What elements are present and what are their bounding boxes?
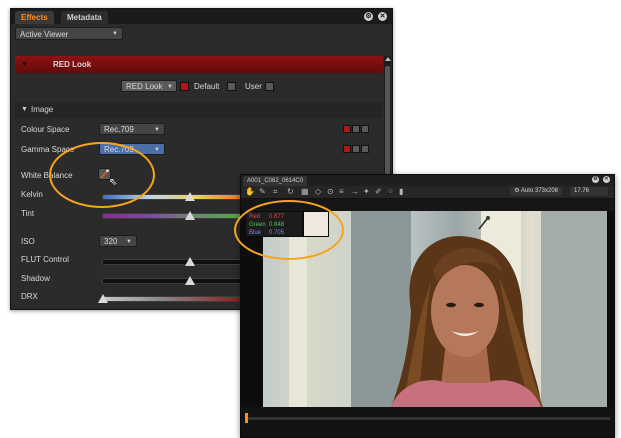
zoom-value: Auto 373x208 xyxy=(520,188,558,194)
chevron-down-icon: ▼ xyxy=(112,31,118,37)
detach-icon[interactable]: ⚙ xyxy=(364,12,373,21)
iso-value: 320 xyxy=(104,237,118,246)
letterbox-right xyxy=(607,211,614,407)
grid-icon[interactable]: ▦ xyxy=(301,187,309,197)
look-select[interactable]: RED Look ▼ xyxy=(121,80,177,92)
tab-metadata[interactable]: Metadata xyxy=(61,11,108,24)
grey-toggle-button[interactable] xyxy=(352,145,360,153)
pen-icon[interactable]: ✐ xyxy=(375,187,382,197)
viewer-title-bar: A001_C062_0614C0 ⚙ ✕ xyxy=(241,175,614,186)
user-label: User xyxy=(245,82,262,91)
shadow-slider-thumb[interactable] xyxy=(184,276,195,285)
image-section-header[interactable]: ▼ Image xyxy=(15,102,383,118)
tab-effects[interactable]: Effects xyxy=(15,11,54,24)
image-section-label: Image xyxy=(31,105,54,114)
iso-label: ISO xyxy=(21,237,35,246)
flut-slider-thumb[interactable] xyxy=(184,257,195,266)
user-checkbox[interactable] xyxy=(265,82,274,91)
zoom-icon[interactable]: ⊙ xyxy=(327,187,334,197)
flut-control-slider[interactable] xyxy=(102,257,244,266)
iso-select[interactable]: 320 ▼ xyxy=(99,235,137,247)
shadow-slider[interactable] xyxy=(102,276,244,285)
tint-slider[interactable] xyxy=(102,211,244,220)
scroll-up-icon[interactable] xyxy=(385,57,391,61)
grey-toggle-button[interactable] xyxy=(361,145,369,153)
collapse-triangle-icon: ▼ xyxy=(21,106,28,113)
histogram-icon[interactable]: ▮ xyxy=(399,187,403,197)
colour-space-buttons xyxy=(343,125,373,133)
annotation-circle xyxy=(49,142,155,208)
shape-icon[interactable]: ◇ xyxy=(315,187,321,197)
grey-toggle-button[interactable] xyxy=(352,125,360,133)
viewer-toolbar: ✋ ✎ ⌗ ↻ ▦ ◇ ⊙ ≡ → ✦ ✐ ⁘ ▮ ⚙ Auto 373x208… xyxy=(241,186,614,199)
fps-value: 17.76 xyxy=(574,188,590,194)
default-checkbox[interactable] xyxy=(227,82,236,91)
tint-label: Tint xyxy=(21,209,35,218)
chevron-down-icon: ▼ xyxy=(154,147,160,153)
crop-icon[interactable]: ⌗ xyxy=(273,187,278,197)
drx-slider[interactable] xyxy=(98,294,244,303)
rotate-icon[interactable]: ↻ xyxy=(287,187,294,197)
active-viewer-label: Active Viewer xyxy=(20,30,69,39)
arrow-icon[interactable]: → xyxy=(351,187,359,197)
look-color-swatch[interactable] xyxy=(180,82,189,91)
chevron-down-icon: ▼ xyxy=(167,84,173,90)
link-icon[interactable]: ⁘ xyxy=(387,187,394,197)
close-icon[interactable]: ✕ xyxy=(603,176,610,183)
red-look-header[interactable]: ▼ RED Look xyxy=(15,56,383,73)
timeline-track[interactable] xyxy=(245,417,610,420)
annotation-circle xyxy=(234,200,344,260)
active-viewer-select[interactable]: Active Viewer ▼ xyxy=(15,27,123,40)
zoom-select[interactable]: ⚙ Auto 373x208 xyxy=(510,187,562,196)
red-toggle-button[interactable] xyxy=(343,125,351,133)
fps-select[interactable]: 17.76 xyxy=(570,187,608,196)
drx-label: DRX xyxy=(21,292,38,301)
colour-space-select[interactable]: Rec.709 ▼ xyxy=(99,123,165,135)
shadow-label: Shadow xyxy=(21,274,50,283)
playhead[interactable] xyxy=(245,413,248,423)
panel-tab-bar: Effects Metadata ⚙ ✕ xyxy=(11,9,392,24)
chevron-down-icon: ▼ xyxy=(126,239,132,245)
flut-control-label: FLUT Control xyxy=(21,255,69,264)
tint-slider-thumb[interactable] xyxy=(184,211,195,220)
zoom-gear-icon: ⚙ xyxy=(514,188,521,194)
detach-icon[interactable]: ⚙ xyxy=(592,176,599,183)
kelvin-label: Kelvin xyxy=(21,190,43,199)
close-icon[interactable]: ✕ xyxy=(378,12,387,21)
lines-icon[interactable]: ≡ xyxy=(339,187,344,197)
colour-space-value: Rec.709 xyxy=(104,125,134,134)
gamma-space-buttons xyxy=(343,145,373,153)
viewer-clip-tab[interactable]: A001_C062_0614C0 xyxy=(243,176,308,186)
look-select-label: RED Look xyxy=(126,82,163,91)
eyedropper-icon[interactable]: ✎ xyxy=(259,187,266,197)
red-look-header-label: RED Look xyxy=(53,60,92,69)
grey-toggle-button[interactable] xyxy=(361,125,369,133)
timeline[interactable] xyxy=(241,407,614,437)
drx-slider-thumb[interactable] xyxy=(98,294,108,303)
default-label: Default xyxy=(194,82,220,91)
colour-space-label: Colour Space xyxy=(21,125,70,134)
hand-icon[interactable]: ✋ xyxy=(245,187,255,197)
scroll-thumb[interactable] xyxy=(385,66,390,186)
chevron-down-icon: ▼ xyxy=(154,127,160,133)
red-toggle-button[interactable] xyxy=(343,145,351,153)
collapse-triangle-icon: ▼ xyxy=(21,61,28,68)
kelvin-slider-thumb[interactable] xyxy=(184,192,195,201)
brush-icon[interactable]: ✦ xyxy=(363,187,370,197)
